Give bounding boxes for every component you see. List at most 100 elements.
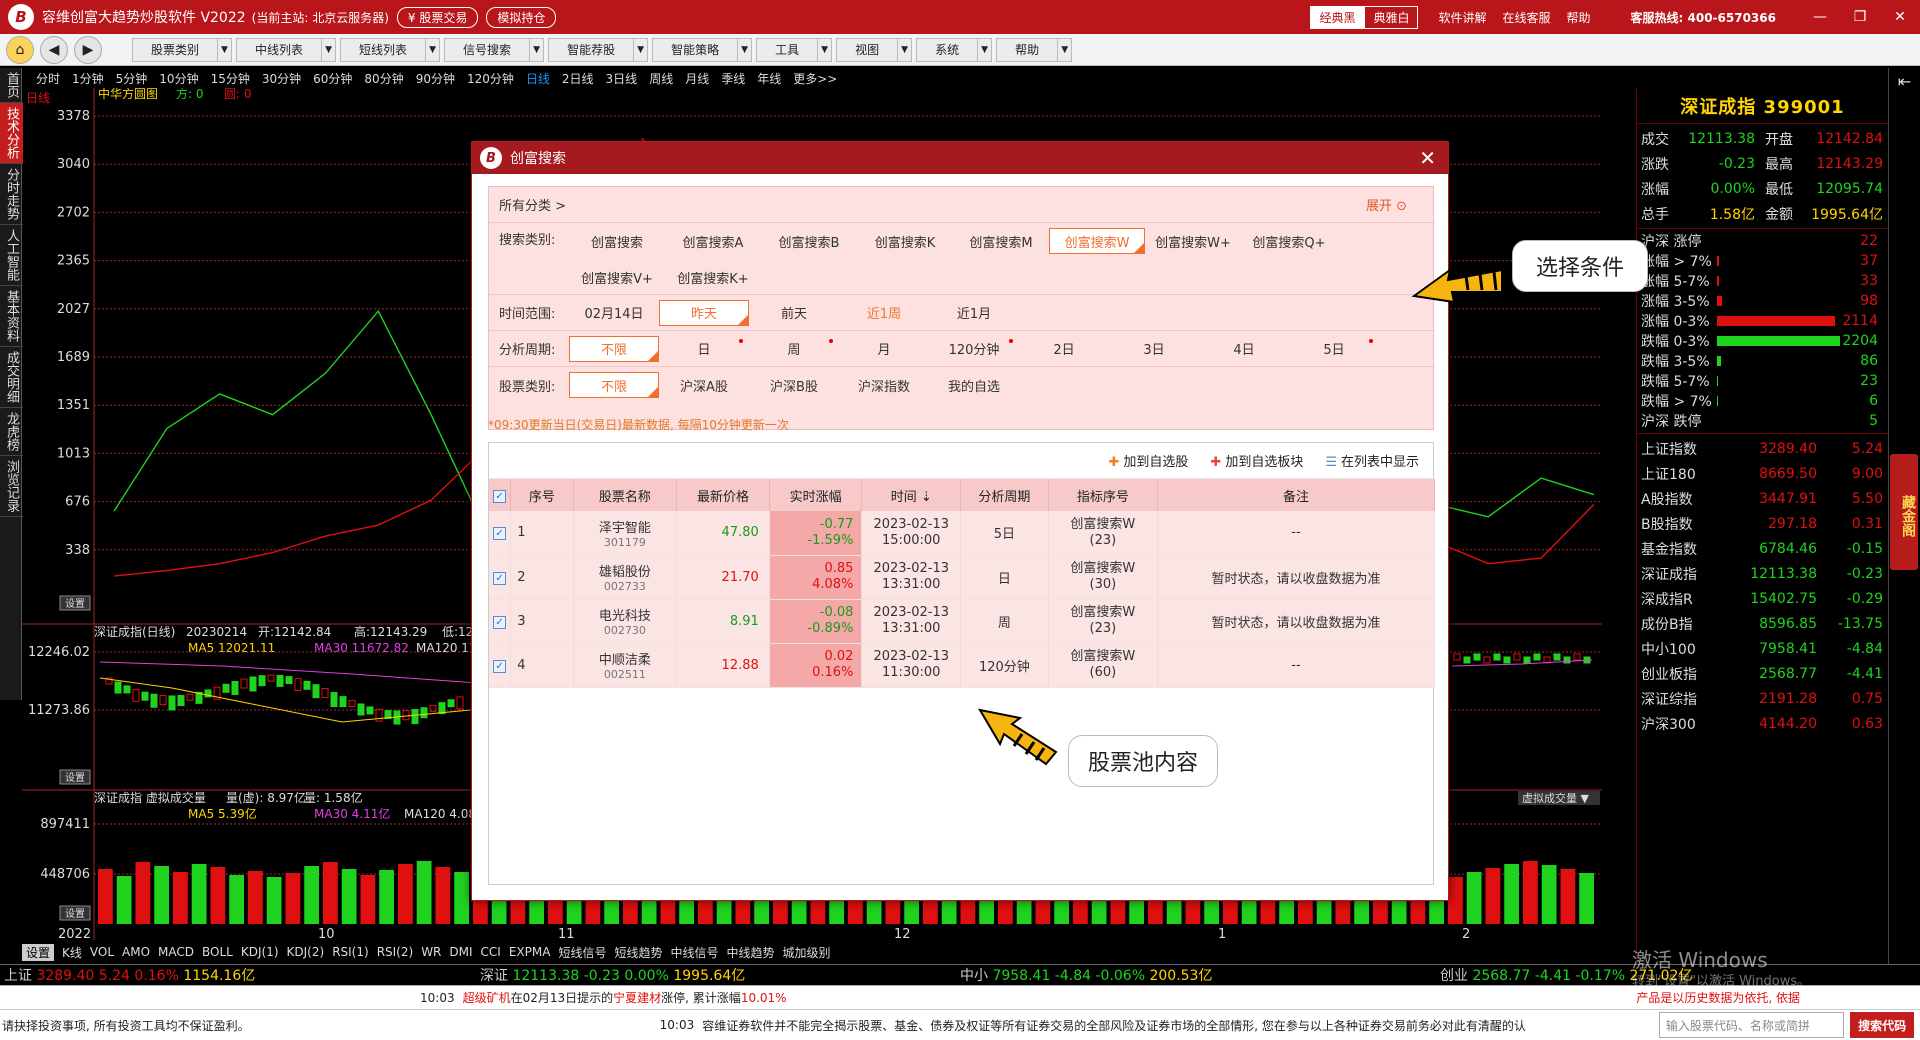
period-8[interactable]: 90分钟 xyxy=(416,70,455,87)
menu-item-6[interactable]: 工具 ▼ xyxy=(756,37,833,62)
period-6[interactable]: 60分钟 xyxy=(313,70,352,87)
index-row[interactable]: 上证180 8669.50 9.00 xyxy=(1637,461,1888,486)
back-icon[interactable]: ◀ xyxy=(40,35,68,64)
leftnav-item-2[interactable]: 分时走势 xyxy=(0,164,23,225)
table-row[interactable]: ✓ 4 中顺洁柔 002511 12.88 0.02 0.16% 2023-02-13 11:3… xyxy=(489,643,1436,688)
minimize-button[interactable]: — xyxy=(1800,9,1840,25)
index-row[interactable]: 中小100 7958.41 -4.84 xyxy=(1637,636,1888,661)
cycle-opt-4[interactable]: 120分钟 xyxy=(929,336,1019,362)
expand-button[interactable]: 展开 ⊙ xyxy=(1366,195,1407,214)
col-header-3[interactable]: 实时涨幅 xyxy=(769,479,863,511)
menu-item-7[interactable]: 视图 ▼ xyxy=(836,37,913,62)
stock-trade-button[interactable]: ¥ 股票交易 xyxy=(396,6,479,28)
search-code-button[interactable]: 搜索代码 xyxy=(1850,1012,1914,1038)
period-10[interactable]: 日线 xyxy=(526,70,550,87)
col-header-7[interactable]: 备注 xyxy=(1157,479,1436,511)
indicator-tab-12[interactable]: CCI xyxy=(481,945,501,959)
ticker-2[interactable]: 中小 7958.41 -4.84 -0.06% 200.53亿 xyxy=(960,965,1212,985)
period-17[interactable]: 更多>> xyxy=(793,70,837,87)
time-opt-2[interactable]: 前天 xyxy=(749,300,839,326)
add-block-button[interactable]: ✚ 加到自选板块 xyxy=(1210,451,1303,470)
gold-pavilion-button[interactable]: 藏金阁 xyxy=(1890,454,1918,570)
leftnav-item-5[interactable]: 成交明细 xyxy=(0,347,23,408)
leftnav-item-7[interactable]: 浏览记录 xyxy=(0,456,23,517)
indicator-tab-0[interactable]: 设置 xyxy=(22,943,55,961)
indicator-tab-4[interactable]: MACD xyxy=(158,945,194,959)
indicator-tab-10[interactable]: WR xyxy=(421,945,441,959)
show-in-list-button[interactable]: ☰ 在列表中显示 xyxy=(1325,451,1419,470)
news-stock2[interactable]: 宁夏建材 xyxy=(613,989,661,1006)
stock-name-cell[interactable]: 雄韬股份 002733 xyxy=(573,555,678,600)
indicator-tab-16[interactable]: 中线信号 xyxy=(670,944,718,961)
period-11[interactable]: 2日线 xyxy=(562,70,594,87)
index-row[interactable]: 上证指数 3289.40 5.24 xyxy=(1637,436,1888,461)
row-checkbox[interactable]: ✓ xyxy=(493,615,507,629)
leftnav-item-1[interactable]: 技术分析 xyxy=(0,103,23,164)
cycle-opt-0[interactable]: 不限 xyxy=(569,335,659,362)
cycle-opt-6[interactable]: 3日 xyxy=(1109,336,1199,362)
search-type-4[interactable]: 创富搜索M xyxy=(953,228,1049,254)
indicator-tab-15[interactable]: 短线趋势 xyxy=(614,944,662,961)
menu-item-0[interactable]: 股票类别 ▼ xyxy=(132,37,233,62)
index-row[interactable]: 基金指数 6784.46 -0.15 xyxy=(1637,536,1888,561)
menu-item-2[interactable]: 短线列表 ▼ xyxy=(340,37,441,62)
indicator-tab-2[interactable]: VOL xyxy=(90,945,114,959)
ticker-0[interactable]: 上证 3289.40 5.24 0.16% 1154.16亿 xyxy=(4,965,255,985)
indicator-tab-13[interactable]: EXPMA xyxy=(509,945,551,959)
stock-opt-1[interactable]: 沪深A股 xyxy=(659,372,749,398)
period-13[interactable]: 周线 xyxy=(649,70,673,87)
period-9[interactable]: 120分钟 xyxy=(467,70,514,87)
period-16[interactable]: 年线 xyxy=(757,70,781,87)
indicator-tab-1[interactable]: K线 xyxy=(62,944,82,961)
row-checkbox[interactable]: ✓ xyxy=(493,659,507,673)
col-header-2[interactable]: 最新价格 xyxy=(676,479,770,511)
time-opt-3[interactable]: 近1周 xyxy=(839,300,929,326)
search-type-2[interactable]: 创富搜索B xyxy=(761,228,857,254)
cycle-opt-3[interactable]: 月 xyxy=(839,336,929,362)
stock-opt-2[interactable]: 沪深B股 xyxy=(749,372,839,398)
index-row[interactable]: 沪深300 4144.20 0.63 xyxy=(1637,711,1888,736)
time-opt-0[interactable]: 02月14日 xyxy=(569,300,659,326)
cycle-opt-8[interactable]: 5日 xyxy=(1289,336,1379,362)
menu-item-4[interactable]: 智能荐股 ▼ xyxy=(548,37,649,62)
stock-name-cell[interactable]: 中顺洁柔 002511 xyxy=(573,643,678,688)
skin-classic-button[interactable]: 经典黑 xyxy=(1310,5,1365,29)
search-type-1[interactable]: 创富搜索A xyxy=(665,228,761,254)
indicator-tab-9[interactable]: RSI(2) xyxy=(377,945,414,959)
period-3[interactable]: 10分钟 xyxy=(159,70,198,87)
sim-holding-button[interactable]: 模拟持仓 xyxy=(486,6,557,28)
skin-elegant-button[interactable]: 典雅白 xyxy=(1364,5,1419,29)
index-row[interactable]: A股指数 3447.91 5.50 xyxy=(1637,486,1888,511)
period-5[interactable]: 30分钟 xyxy=(262,70,301,87)
period-2[interactable]: 5分钟 xyxy=(116,70,148,87)
tutorial-link[interactable]: 软件讲解 xyxy=(1438,9,1486,26)
news-stock[interactable]: 超级矿机 xyxy=(463,989,511,1006)
table-row[interactable]: ✓ 1 泽宇智能 301179 47.80 -0.77 -1.59% 2023-02-13 15… xyxy=(489,511,1436,556)
ticker-1[interactable]: 深证 12113.38 -0.23 0.00% 1995.64亿 xyxy=(480,965,745,985)
collapse-icon[interactable]: ⇤ xyxy=(1889,72,1920,91)
search-type-8[interactable]: 创富搜索V+ xyxy=(569,264,665,290)
menu-item-3[interactable]: 信号搜索 ▼ xyxy=(444,37,545,62)
add-fav-button[interactable]: ✚ 加到自选股 xyxy=(1108,451,1188,470)
leftnav-item-6[interactable]: 龙虎榜 xyxy=(0,408,23,456)
search-type-7[interactable]: 创富搜索Q+ xyxy=(1241,228,1337,254)
maximize-button[interactable]: ❐ xyxy=(1840,9,1880,25)
select-all-checkbox[interactable]: ✓ xyxy=(493,489,507,503)
col-header-0[interactable]: 序号 xyxy=(510,479,574,511)
stock-name-cell[interactable]: 电光科技 002730 xyxy=(573,599,678,644)
index-row[interactable]: 深证综指 2191.28 0.75 xyxy=(1637,686,1888,711)
time-opt-1[interactable]: 昨天 xyxy=(659,299,749,326)
indicator-tab-14[interactable]: 短线信号 xyxy=(558,944,606,961)
leftnav-item-3[interactable]: 人工智能 xyxy=(0,225,23,286)
index-row[interactable]: 创业板指 2568.77 -4.41 xyxy=(1637,661,1888,686)
cycle-opt-5[interactable]: 2日 xyxy=(1019,336,1109,362)
stock-name-cell[interactable]: 泽宇智能 301179 xyxy=(573,511,678,556)
dialog-close-icon[interactable]: ✕ xyxy=(1419,146,1436,170)
table-row[interactable]: ✓ 3 电光科技 002730 8.91 -0.08 -0.89% 2023-02-13 13:… xyxy=(489,599,1436,644)
indicator-tab-3[interactable]: AMO xyxy=(122,945,150,959)
online-service-link[interactable]: 在线客服 xyxy=(1503,9,1551,26)
leftnav-item-4[interactable]: 基本资料 xyxy=(0,286,23,347)
leftnav-item-0[interactable]: 首页 xyxy=(0,68,23,103)
period-12[interactable]: 3日线 xyxy=(606,70,638,87)
period-7[interactable]: 80分钟 xyxy=(364,70,403,87)
